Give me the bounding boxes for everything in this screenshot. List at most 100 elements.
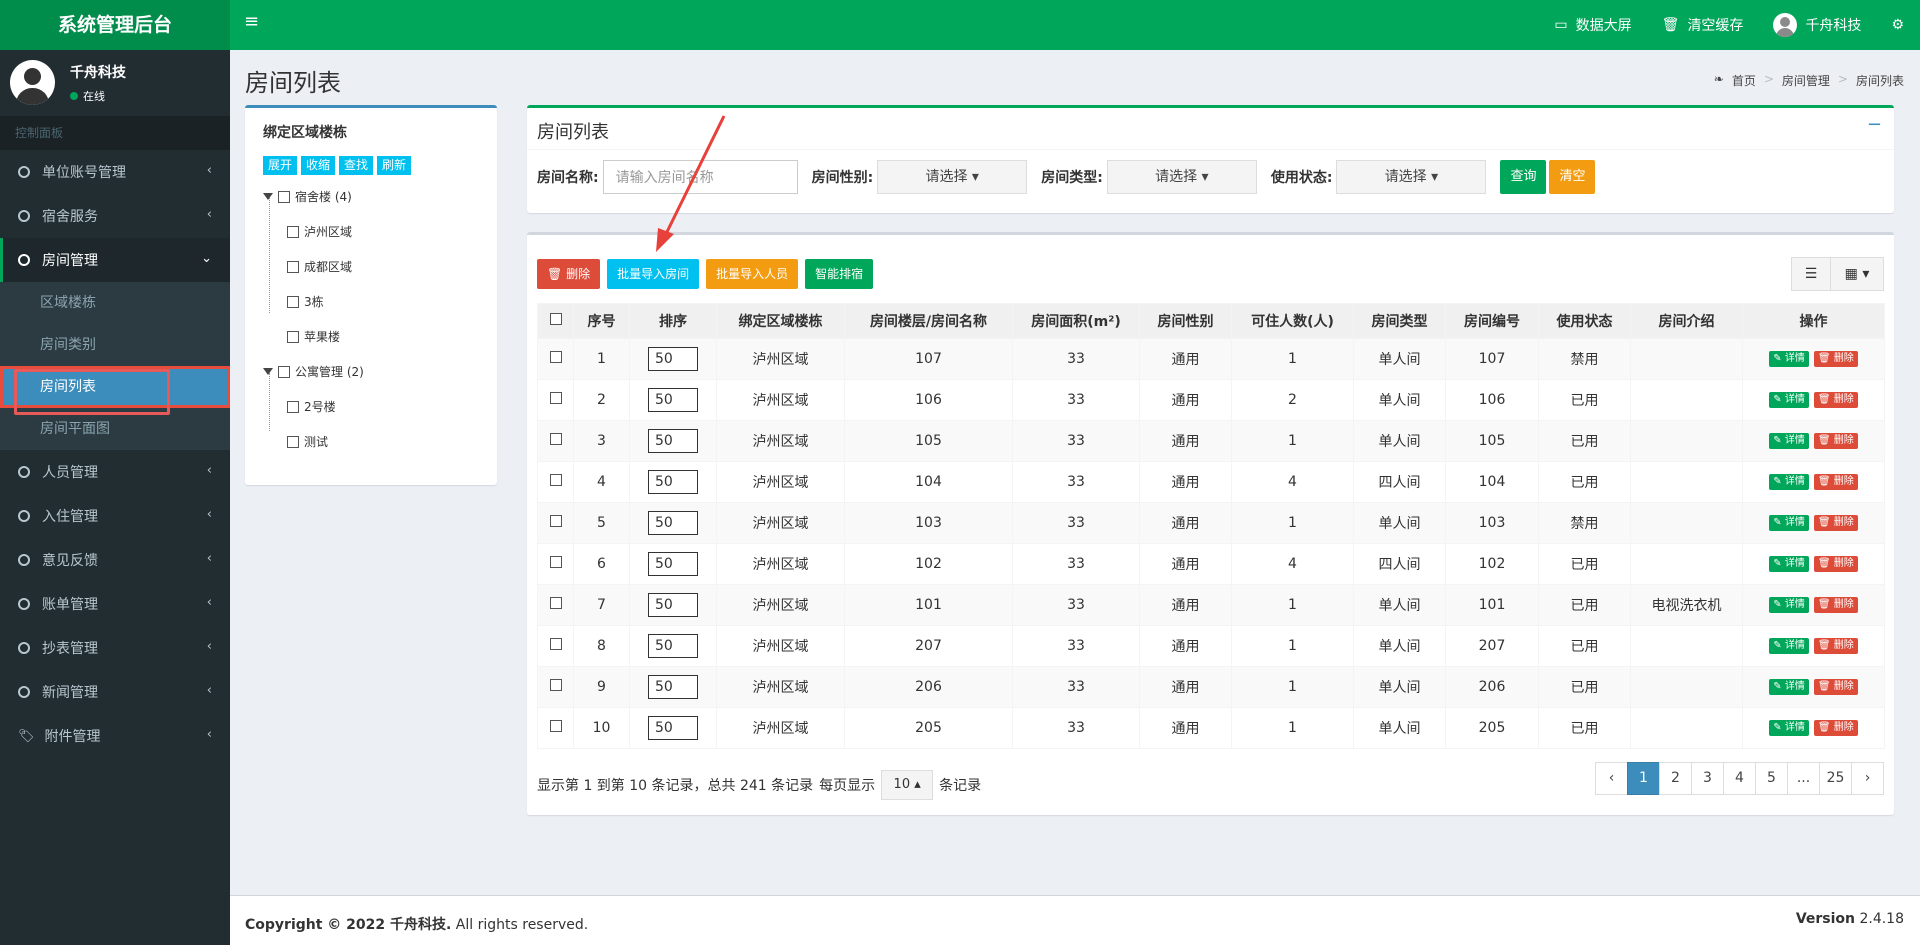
detail-button[interactable]: ✎ 详情 (1769, 351, 1809, 367)
query-button[interactable]: 查询 (1500, 160, 1547, 194)
tree-node-luzhou[interactable]: 泸州区域 (287, 223, 352, 240)
sort-input[interactable]: 50 (648, 429, 698, 453)
tree-refresh-button[interactable]: 刷新 (377, 156, 412, 175)
type-select[interactable]: 请选择 ▾ (1106, 160, 1257, 194)
import-rooms-button[interactable]: 批量导入房间 (607, 259, 700, 289)
sort-input[interactable]: 50 (648, 388, 698, 412)
delete-row-button[interactable]: 🗑 删除 (1813, 515, 1858, 531)
prev-page-button[interactable]: ‹ (1595, 762, 1628, 795)
submenu-room-category[interactable]: 房间类别 (0, 324, 230, 366)
col-header[interactable]: 排序 (629, 303, 717, 339)
tree-node-test[interactable]: 测试 (287, 433, 328, 450)
delete-row-button[interactable]: 🗑 删除 (1813, 556, 1858, 572)
col-header[interactable]: 可住人数(人) (1231, 303, 1354, 339)
row-checkbox[interactable] (549, 556, 562, 568)
detail-button[interactable]: ✎ 详情 (1769, 720, 1809, 736)
row-checkbox[interactable] (549, 515, 562, 527)
row-checkbox[interactable] (549, 597, 562, 609)
sort-input[interactable]: 50 (648, 716, 698, 740)
delete-row-button[interactable]: 🗑 删除 (1813, 679, 1858, 695)
import-people-button[interactable]: 批量导入人员 (706, 259, 799, 289)
checkbox[interactable] (287, 295, 299, 308)
sort-input[interactable]: 50 (648, 552, 698, 576)
checkbox[interactable] (278, 365, 290, 378)
gender-select[interactable]: 请选择 ▾ (877, 160, 1028, 194)
sidebar-item-news[interactable]: 新闻管理 ‹ (0, 670, 230, 714)
tree-node-dorm[interactable]: 宿舍楼 (4) (263, 188, 352, 205)
clear-cache-link[interactable]: 🗑 清空缓存 (1662, 15, 1744, 35)
col-header[interactable]: 房间性别 (1139, 303, 1232, 339)
status-select[interactable]: 请选择 ▾ (1336, 160, 1487, 194)
checkbox[interactable] (287, 225, 299, 238)
row-checkbox[interactable] (549, 351, 562, 363)
sidebar-item-dorm-service[interactable]: 宿舍服务 ‹ (0, 194, 230, 238)
sidebar-item-unit-account[interactable]: 单位账号管理 ‹ (0, 150, 230, 194)
page-button[interactable]: 4 (1723, 762, 1756, 795)
page-button[interactable]: ... (1787, 762, 1820, 795)
sort-input[interactable]: 50 (648, 470, 698, 494)
col-header[interactable]: 房间介绍 (1630, 303, 1743, 339)
checkbox[interactable] (278, 190, 290, 203)
row-checkbox[interactable] (549, 720, 562, 732)
settings-gear-icon[interactable]: ⚙ (1891, 17, 1904, 33)
page-button[interactable]: 2 (1659, 762, 1692, 795)
detail-button[interactable]: ✎ 详情 (1769, 392, 1809, 408)
row-checkbox[interactable] (549, 392, 562, 404)
brand-logo[interactable]: 系统管理后台 (0, 0, 230, 50)
row-checkbox[interactable] (549, 679, 562, 691)
detail-button[interactable]: ✎ 详情 (1769, 556, 1809, 572)
page-button[interactable]: 25 (1819, 762, 1852, 795)
delete-row-button[interactable]: 🗑 删除 (1813, 351, 1858, 367)
checkbox[interactable] (287, 435, 299, 448)
delete-row-button[interactable]: 🗑 删除 (1813, 433, 1858, 449)
sidebar-item-personnel[interactable]: 人员管理 ‹ (0, 450, 230, 494)
col-header[interactable]: 使用状态 (1538, 303, 1631, 339)
checkbox[interactable] (287, 330, 299, 343)
tree-node-building3[interactable]: 3栋 (287, 293, 324, 310)
tree-find-button[interactable]: 查找 (339, 156, 374, 175)
submenu-area-building[interactable]: 区域楼栋 (0, 282, 230, 324)
sidebar-item-room-management[interactable]: 房间管理 ⌄ (0, 238, 230, 282)
page-button[interactable]: 3 (1691, 762, 1724, 795)
user-menu[interactable]: 千舟科技 (1773, 13, 1861, 37)
tree-node-apartment[interactable]: 公寓管理 (2) (263, 363, 364, 380)
checkbox[interactable] (287, 400, 299, 413)
row-checkbox[interactable] (549, 638, 562, 650)
detail-button[interactable]: ✎ 详情 (1769, 638, 1809, 654)
breadcrumb-room-management[interactable]: 房间管理 (1782, 72, 1830, 89)
sort-input[interactable]: 50 (648, 347, 698, 371)
col-header[interactable]: 绑定区域楼栋 (716, 303, 845, 339)
bulk-delete-button[interactable]: 🗑 删除 (537, 259, 601, 289)
sidebar-item-attachments[interactable]: 🏷 附件管理 ‹ (0, 714, 230, 758)
sort-input[interactable]: 50 (648, 634, 698, 658)
columns-toggle-icon[interactable]: ▦ ▾ (1830, 257, 1884, 291)
sort-input[interactable]: 50 (648, 511, 698, 535)
tree-node-apple[interactable]: 苹果楼 (287, 328, 340, 345)
detail-button[interactable]: ✎ 详情 (1769, 474, 1809, 490)
sidebar-item-feedback[interactable]: 意见反馈 ‹ (0, 538, 230, 582)
tree-node-building2[interactable]: 2号楼 (287, 398, 336, 415)
col-header[interactable]: 房间面积(m²) (1012, 303, 1140, 339)
tree-node-chengdu[interactable]: 成都区域 (287, 258, 352, 275)
sort-input[interactable]: 50 (648, 675, 698, 699)
detail-button[interactable]: ✎ 详情 (1769, 597, 1809, 613)
list-view-icon[interactable]: ☰ (1791, 257, 1831, 291)
col-header[interactable]: 序号 (573, 303, 630, 339)
row-checkbox[interactable] (549, 433, 562, 445)
delete-row-button[interactable]: 🗑 删除 (1813, 597, 1858, 613)
detail-button[interactable]: ✎ 详情 (1769, 515, 1809, 531)
row-checkbox[interactable] (549, 474, 562, 486)
next-page-button[interactable]: › (1851, 762, 1884, 795)
col-header[interactable]: 房间楼层/房间名称 (844, 303, 1013, 339)
page-button[interactable]: 5 (1755, 762, 1788, 795)
delete-row-button[interactable]: 🗑 删除 (1813, 392, 1858, 408)
collapse-minus-icon[interactable]: − (1867, 114, 1882, 135)
detail-button[interactable]: ✎ 详情 (1769, 433, 1809, 449)
tree-expand-button[interactable]: 展开 (263, 156, 298, 175)
delete-row-button[interactable]: 🗑 删除 (1813, 474, 1858, 490)
clear-button[interactable]: 清空 (1549, 160, 1596, 194)
col-header[interactable]: 房间类型 (1353, 303, 1446, 339)
select-all-checkbox[interactable] (549, 313, 562, 325)
page-size-select[interactable]: 10 ▴ (881, 770, 934, 800)
sidebar-toggle-icon[interactable]: ≡ (244, 12, 259, 32)
